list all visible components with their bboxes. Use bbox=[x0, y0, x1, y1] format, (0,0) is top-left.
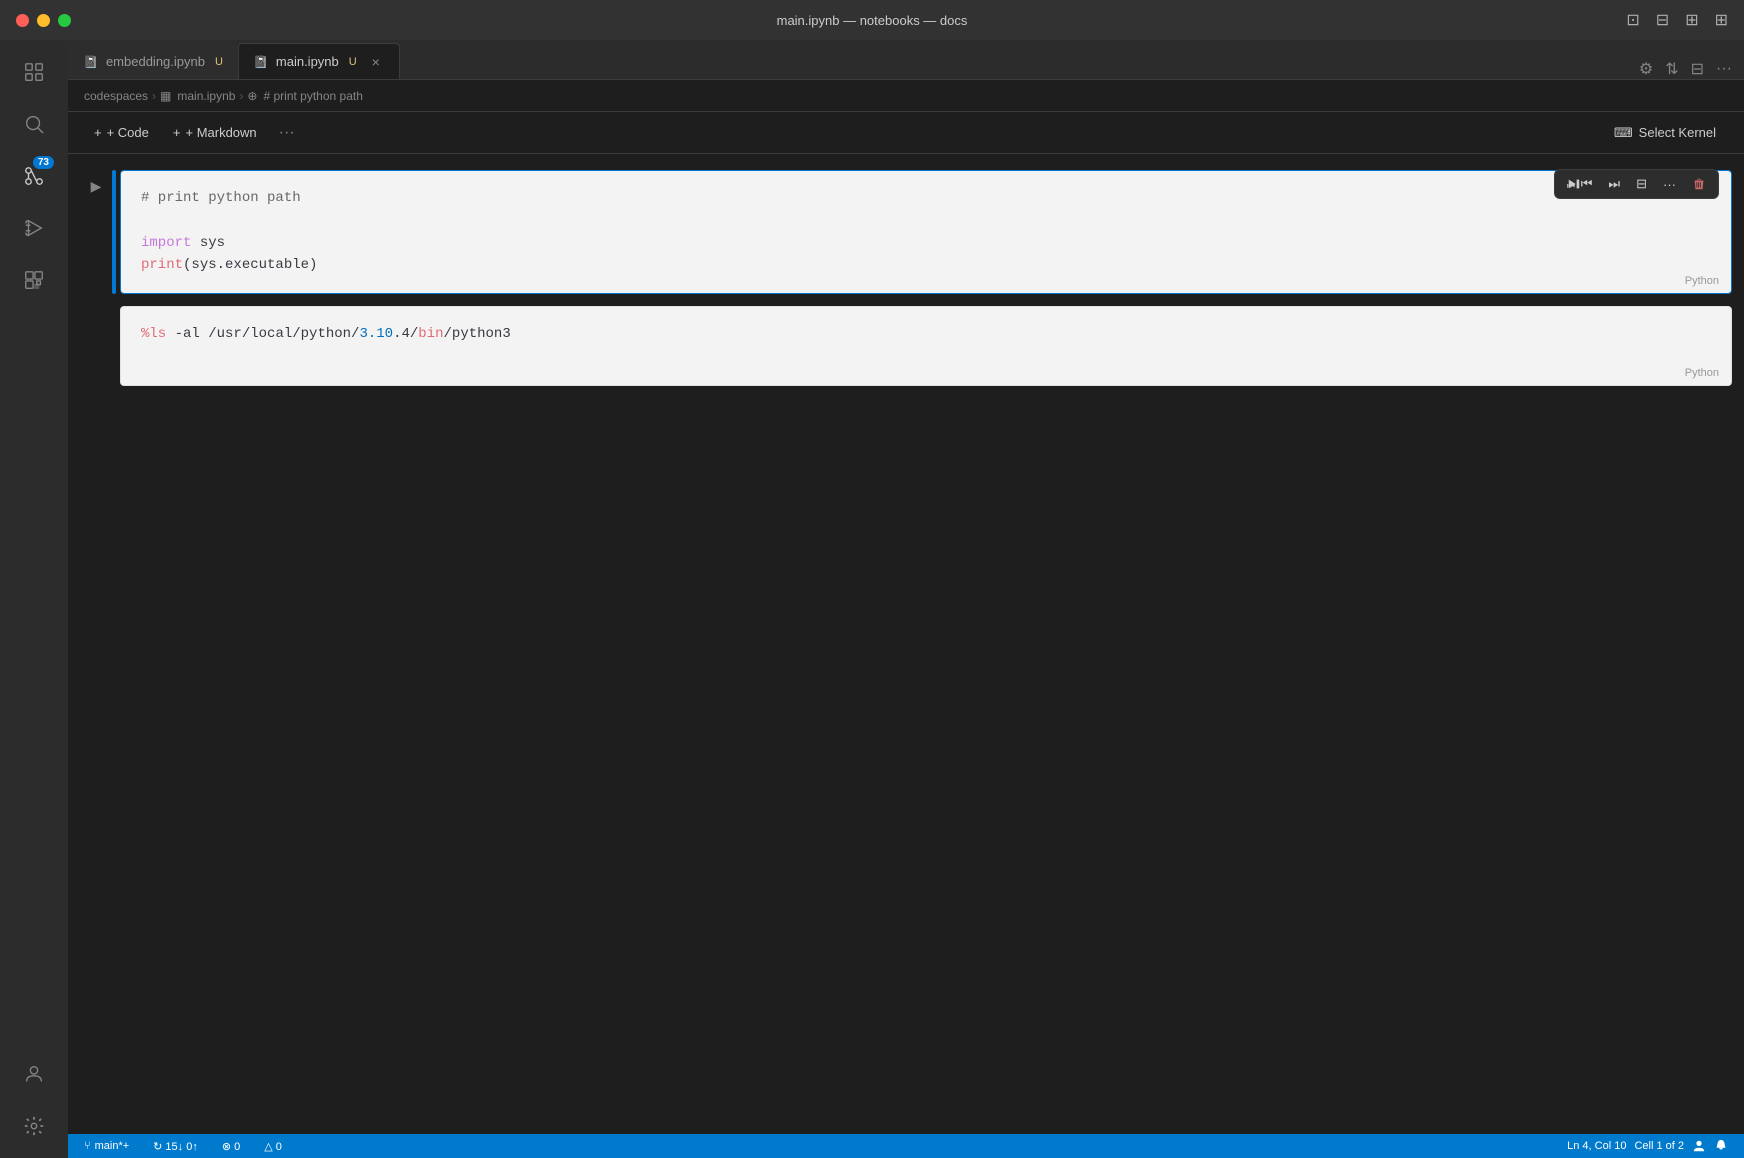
add-code-icon: + bbox=[94, 125, 102, 140]
status-branch-label: main*+ bbox=[95, 1140, 130, 1152]
status-warnings-label: △ 0 bbox=[264, 1140, 282, 1153]
status-right: Ln 4, Col 10 Cell 1 of 2 bbox=[1563, 1139, 1732, 1153]
breadcrumb-codespaces[interactable]: codespaces bbox=[84, 89, 148, 103]
git-branch-icon: ⑂ bbox=[84, 1140, 91, 1152]
select-kernel-button[interactable]: ⌨ Select Kernel bbox=[1602, 121, 1728, 145]
activity-bar: 73 bbox=[0, 40, 68, 1158]
breadcrumb-sep-1: › bbox=[152, 89, 156, 103]
tab-embedding[interactable]: 📓 embedding.ipynb U bbox=[68, 43, 238, 79]
delete-cell-button[interactable] bbox=[1684, 173, 1714, 195]
status-position-label: Ln 4, Col 10 bbox=[1567, 1140, 1626, 1152]
status-errors[interactable]: ⊗ 0 bbox=[218, 1134, 244, 1158]
status-position[interactable]: Ln 4, Col 10 bbox=[1563, 1140, 1630, 1152]
split-right-icon[interactable]: ⊞ bbox=[1685, 10, 1698, 30]
status-errors-label: ⊗ 0 bbox=[222, 1140, 240, 1153]
code-line-2: import sys bbox=[141, 232, 1711, 254]
status-person-icon[interactable] bbox=[1688, 1139, 1710, 1153]
run-all-button[interactable]: ⏭ bbox=[1600, 172, 1628, 196]
code-line-magic: %ls -al /usr/local/python/3.10.4/bin/pyt… bbox=[141, 323, 1711, 345]
run-above-button[interactable]: ⏮ ⏮ bbox=[1559, 172, 1601, 196]
maximize-button[interactable] bbox=[58, 14, 71, 27]
cell-1-lang-label: Python bbox=[1685, 275, 1719, 287]
cell-2-inactive-bar bbox=[112, 306, 116, 386]
notebook-icon-main: 📓 bbox=[253, 55, 268, 69]
add-markdown-button[interactable]: + + Markdown bbox=[163, 121, 267, 144]
breadcrumb-symbol-icon: ⊕ bbox=[247, 89, 257, 103]
title-bar: main.ipynb — notebooks — docs ⊡ ⊟ ⊞ ⊞ bbox=[0, 0, 1744, 40]
cell-1-code[interactable]: # print python path import sys print(sys… bbox=[121, 171, 1731, 293]
tab-embedding-modified: U bbox=[215, 56, 223, 68]
cell-1-active-bar bbox=[112, 170, 116, 294]
sidebar-item-settings[interactable] bbox=[10, 1102, 58, 1150]
close-button[interactable] bbox=[16, 14, 29, 27]
window-title: main.ipynb — notebooks — docs bbox=[777, 13, 968, 28]
notebook-toolbar: + + Code + + Markdown ··· ⌨ Select Kerne… bbox=[68, 112, 1744, 154]
status-bell-icon[interactable] bbox=[1710, 1139, 1732, 1153]
add-markdown-label: + Markdown bbox=[185, 125, 256, 140]
status-bar: ⑂ main*+ ↻ 15↓ 0↑ ⊗ 0 △ 0 Ln 4, Col 10 C… bbox=[68, 1134, 1744, 1158]
breadcrumb: codespaces › ▦ main.ipynb › ⊕ # print py… bbox=[68, 80, 1744, 112]
tab-main[interactable]: 📓 main.ipynb U × bbox=[238, 43, 400, 79]
tab-main-modified: U bbox=[349, 56, 357, 68]
layout-icon[interactable]: ⊞ bbox=[1715, 10, 1728, 30]
cell-1-wrapper: ▶ ⏮ ⏮ ⏭ ⊟ bbox=[80, 170, 1732, 294]
cell-2-wrapper: ▶ %ls -al /usr/local/python/3.10.4/bin/p… bbox=[80, 306, 1732, 386]
tab-bar: 📓 embedding.ipynb U 📓 main.ipynb U × ⚙ ⇅… bbox=[68, 40, 1744, 80]
code-line-1: # print python path bbox=[141, 187, 1711, 209]
add-code-button[interactable]: + + Code bbox=[84, 121, 159, 144]
breadcrumb-sep-2: › bbox=[239, 89, 243, 103]
code-line-blank bbox=[141, 209, 1711, 231]
toolbar-more-button[interactable]: ··· bbox=[271, 120, 303, 146]
window-controls: ⊡ ⊟ ⊞ ⊞ bbox=[1626, 10, 1728, 30]
tab-bar-actions: ⚙ ⇅ ⊟ ··· bbox=[1627, 59, 1744, 79]
status-sync-label: ↻ 15↓ 0↑ bbox=[153, 1140, 198, 1153]
source-control-badge: 73 bbox=[33, 156, 54, 169]
status-branch[interactable]: ⑂ main*+ bbox=[80, 1134, 133, 1158]
main-layout: 73 bbox=[0, 40, 1744, 1158]
status-sync[interactable]: ↻ 15↓ 0↑ bbox=[149, 1134, 202, 1158]
breadcrumb-file-icon: ▦ bbox=[160, 89, 171, 103]
activity-bar-bottom bbox=[10, 1050, 58, 1150]
cell-1-content[interactable]: ⏮ ⏮ ⏭ ⊟ ··· bbox=[120, 170, 1732, 294]
notebook-icon-embedding: 📓 bbox=[83, 55, 98, 69]
code-line-3: print(sys.executable) bbox=[141, 254, 1711, 276]
cell-1-run-button[interactable]: ▶ bbox=[80, 170, 112, 203]
minimize-button[interactable] bbox=[37, 14, 50, 27]
cell-more-button[interactable]: ··· bbox=[1655, 173, 1684, 196]
split-editor-icon[interactable]: ⊡ bbox=[1626, 10, 1639, 30]
breadcrumb-symbol[interactable]: # print python path bbox=[263, 89, 362, 103]
split-cell-button[interactable]: ⊟ bbox=[1628, 172, 1655, 196]
sidebar-item-source-control[interactable]: 73 bbox=[10, 152, 58, 200]
split-editor-icon[interactable]: ⊟ bbox=[1691, 59, 1704, 79]
kernel-icon: ⌨ bbox=[1614, 125, 1633, 141]
cell-1-toolbar: ⏮ ⏮ ⏭ ⊟ ··· bbox=[1554, 169, 1719, 199]
tab-embedding-label: embedding.ipynb bbox=[106, 54, 205, 69]
split-down-icon[interactable]: ⊟ bbox=[1656, 10, 1669, 30]
status-warnings[interactable]: △ 0 bbox=[260, 1134, 286, 1158]
notebook-content[interactable]: ▶ ⏮ ⏮ ⏭ ⊟ bbox=[68, 154, 1744, 1134]
traffic-lights bbox=[16, 14, 71, 27]
status-cell-label: Cell 1 of 2 bbox=[1634, 1140, 1684, 1152]
sidebar-item-account[interactable] bbox=[10, 1050, 58, 1098]
cell-2-code[interactable]: %ls -al /usr/local/python/3.10.4/bin/pyt… bbox=[121, 307, 1731, 361]
cell-2-content[interactable]: %ls -al /usr/local/python/3.10.4/bin/pyt… bbox=[120, 306, 1732, 386]
sidebar-item-search[interactable] bbox=[10, 100, 58, 148]
breadcrumb-file[interactable]: main.ipynb bbox=[177, 89, 235, 103]
editor-area: 📓 embedding.ipynb U 📓 main.ipynb U × ⚙ ⇅… bbox=[68, 40, 1744, 1158]
tab-main-label: main.ipynb bbox=[276, 54, 339, 69]
status-cell[interactable]: Cell 1 of 2 bbox=[1630, 1140, 1688, 1152]
sidebar-item-debug[interactable] bbox=[10, 204, 58, 252]
select-kernel-label: Select Kernel bbox=[1639, 125, 1716, 140]
cell-2-lang-label: Python bbox=[1685, 367, 1719, 379]
tab-main-close[interactable]: × bbox=[367, 53, 385, 71]
add-markdown-icon: + bbox=[173, 125, 181, 140]
svg-text:⏮: ⏮ bbox=[1567, 180, 1575, 190]
more-actions-icon[interactable]: ··· bbox=[1716, 60, 1732, 78]
sidebar-item-extensions[interactable] bbox=[10, 256, 58, 304]
sidebar-item-explorer[interactable] bbox=[10, 48, 58, 96]
add-code-label: + Code bbox=[107, 125, 149, 140]
source-control-icon[interactable]: ⇅ bbox=[1665, 59, 1678, 79]
settings-icon[interactable]: ⚙ bbox=[1639, 59, 1653, 79]
